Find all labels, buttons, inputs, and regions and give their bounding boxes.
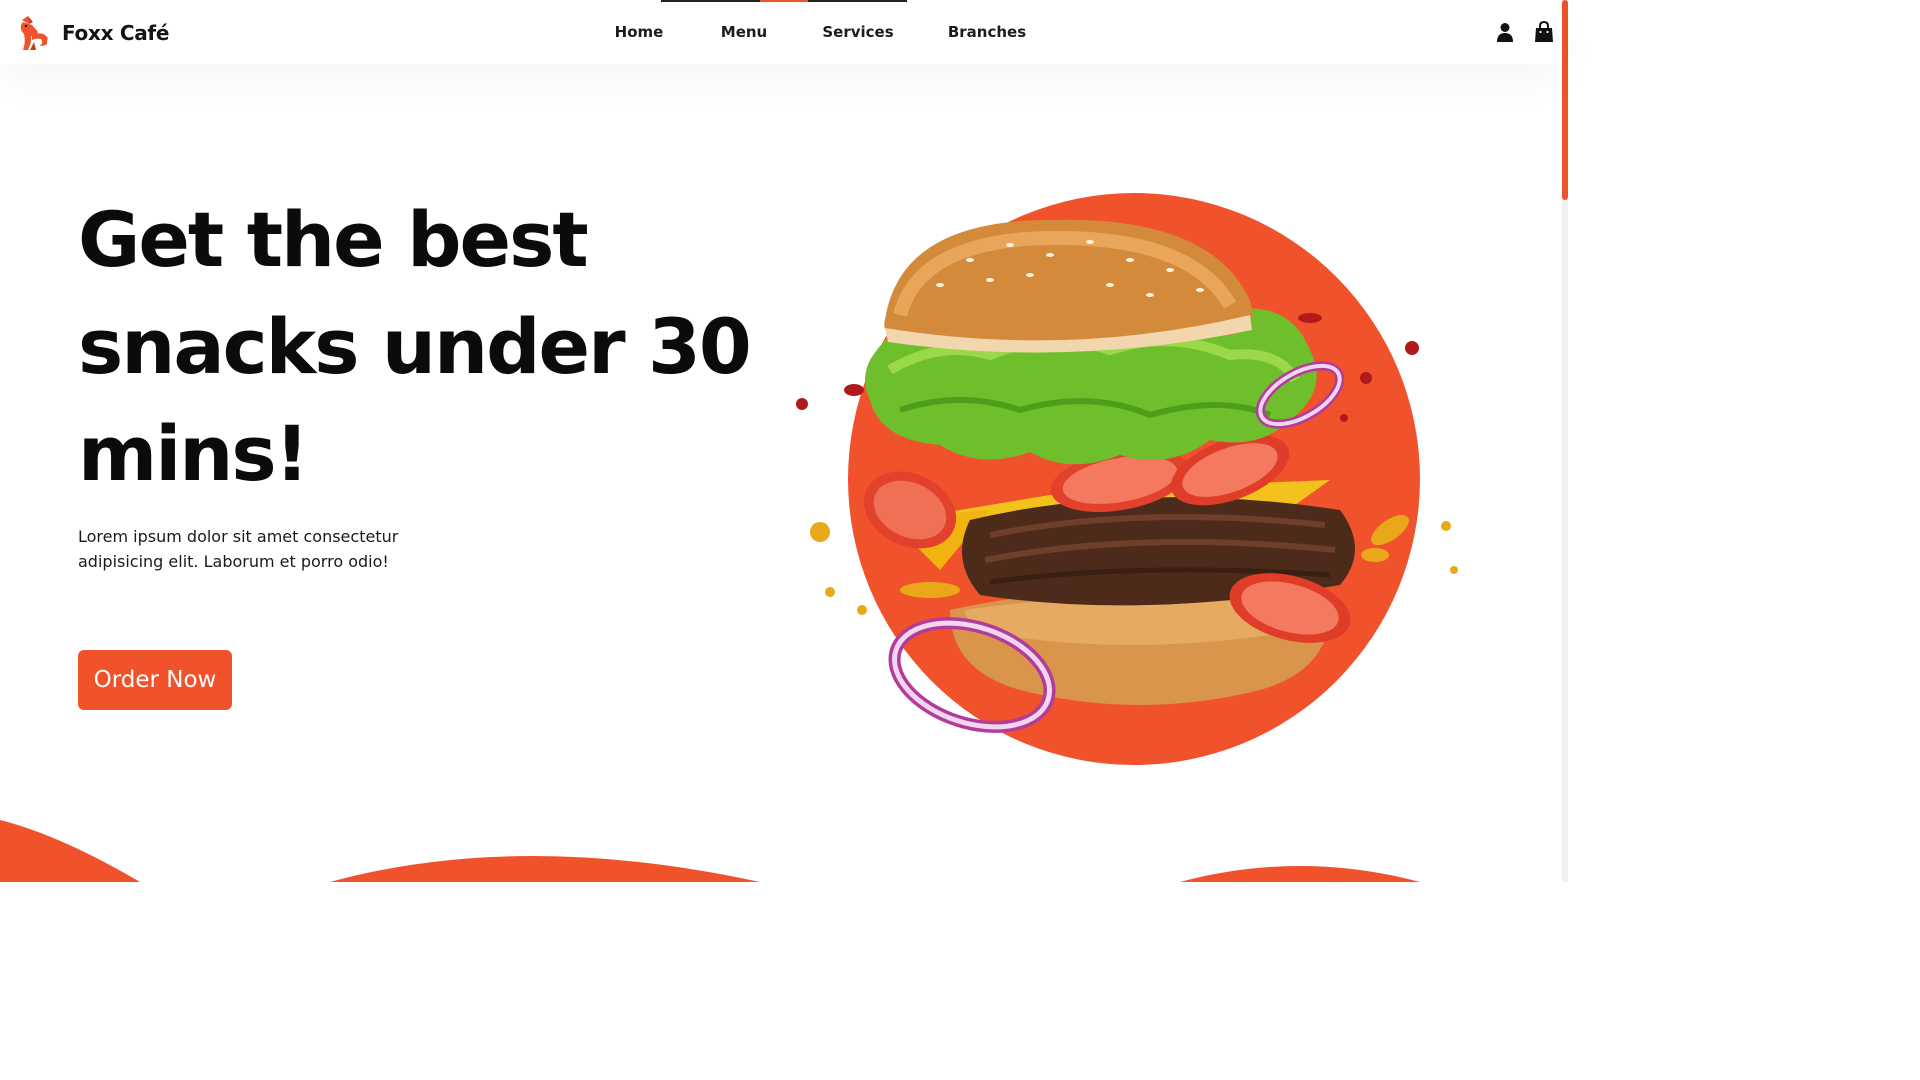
decorative-wave [0, 820, 1420, 882]
hero-description: Lorem ipsum dolor sit amet consectetur a… [78, 527, 399, 571]
nav-services-link[interactable]: Services [796, 0, 920, 64]
page-scrollbar[interactable] [1562, 0, 1568, 882]
nav-menu-link[interactable]: Menu [692, 0, 796, 64]
brand-name: Foxx Café [62, 21, 170, 45]
main-nav: Home Menu Services Branches [586, 0, 1054, 64]
burger-image [796, 193, 1458, 765]
site-header: Foxx Café Home Menu Services Branches [0, 0, 1562, 64]
fox-logo-icon [20, 16, 50, 50]
user-icon[interactable] [1494, 22, 1516, 42]
logo[interactable]: Foxx Café [14, 12, 169, 54]
nav-branches-link[interactable]: Branches [920, 0, 1054, 64]
hero-headline: Get the best snacks under 30 mins! [78, 195, 752, 498]
order-now-button[interactable]: Order Now [78, 650, 232, 710]
scrollbar-thumb[interactable] [1562, 0, 1568, 200]
nav-home-link[interactable]: Home [586, 0, 692, 64]
shopping-bag-icon[interactable] [1534, 21, 1554, 43]
